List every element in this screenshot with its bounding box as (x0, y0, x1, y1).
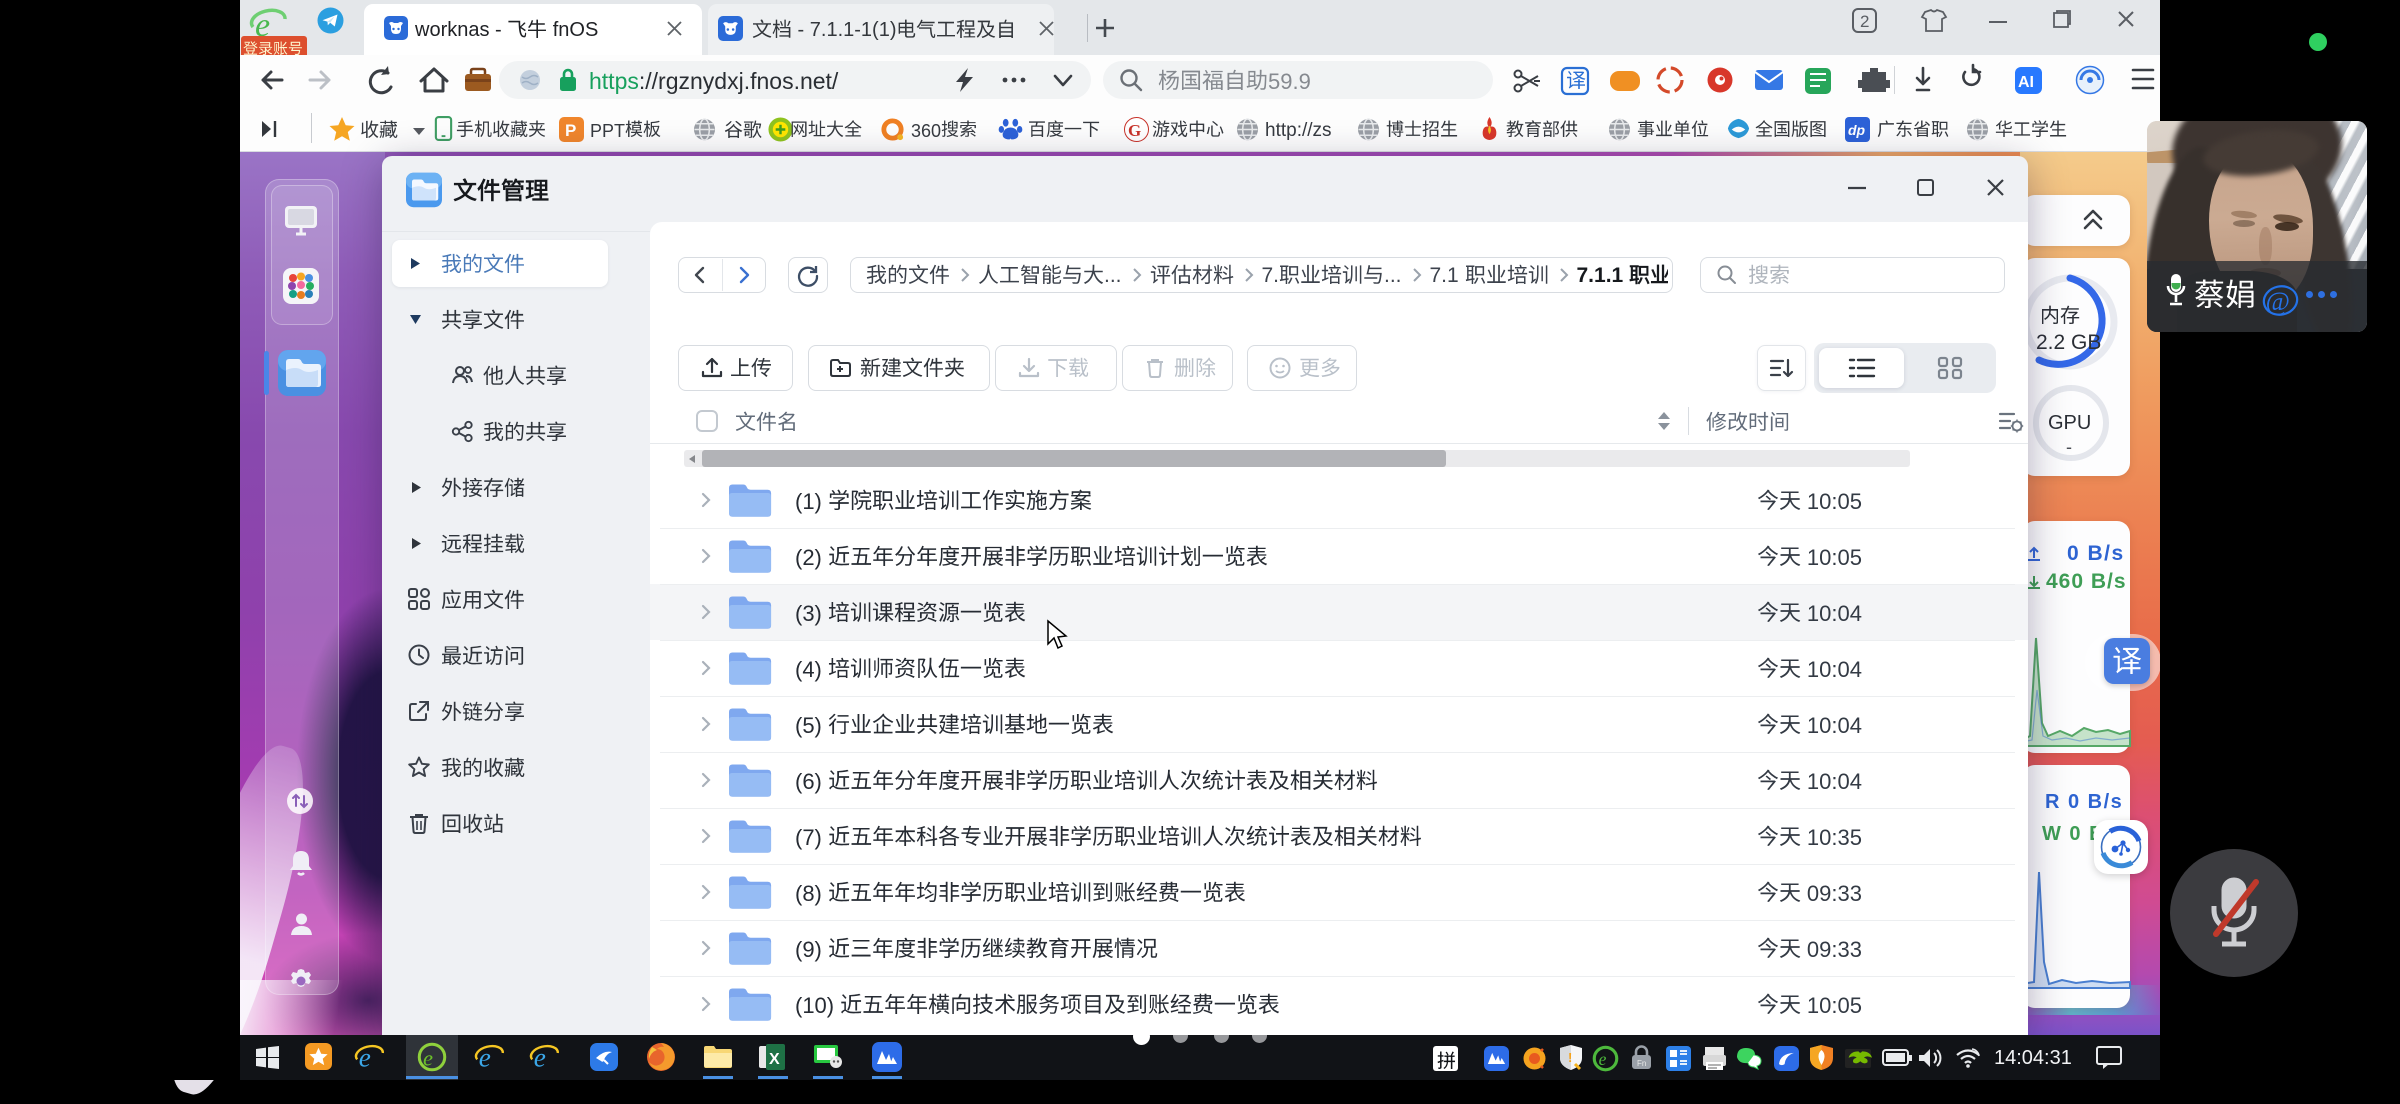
svg-text:Fn: Fn (1637, 1059, 1646, 1068)
svg-text:dp: dp (1848, 122, 1866, 138)
svg-text:AI: AI (2018, 74, 2034, 91)
svg-text:e: e (423, 1045, 433, 1070)
svg-text:e: e (1599, 1049, 1607, 1069)
svg-text:X: X (769, 1051, 780, 1068)
svg-text:!: ! (1568, 1050, 1572, 1065)
svg-text:2: 2 (1860, 12, 1869, 31)
